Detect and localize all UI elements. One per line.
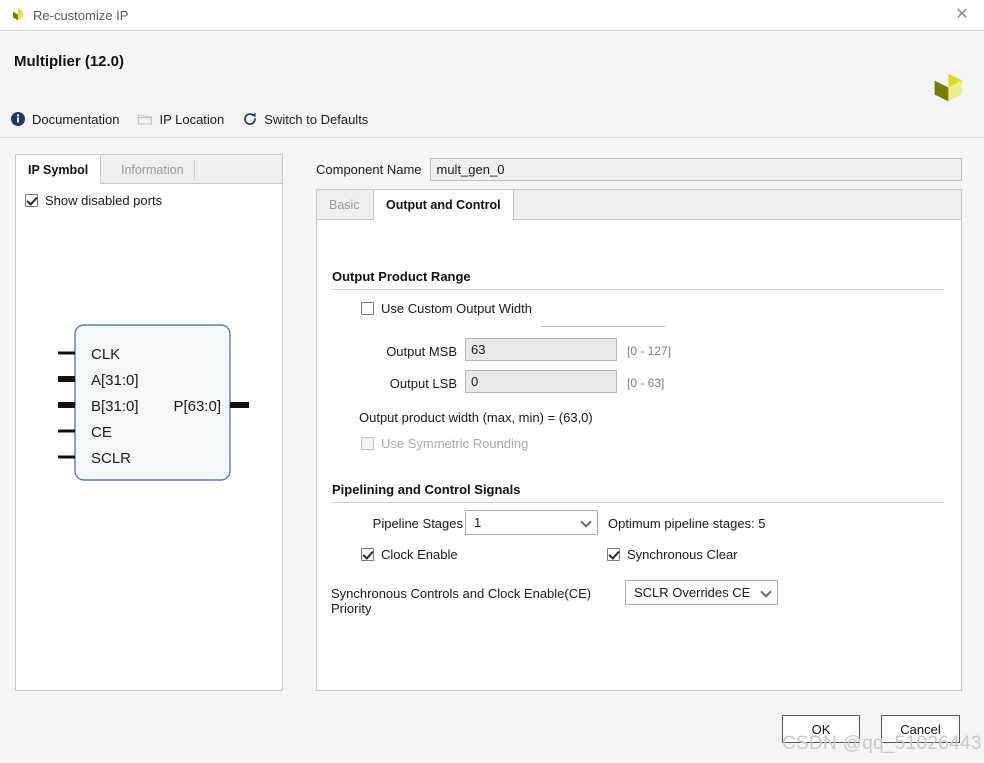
output-product-range-rule: [332, 289, 944, 290]
component-name-input[interactable]: mult_gen_0: [429, 157, 962, 181]
ce-priority-value: SCLR Overrides CE: [634, 585, 751, 600]
tab-ip-symbol-label: IP Symbol: [28, 162, 89, 177]
ip-symbol-panel: IP Symbol Information Show disabled port…: [15, 154, 283, 691]
component-name-label: Component Name: [316, 161, 422, 177]
use-symmetric-rounding-checkbox: Use Symmetric Rounding: [361, 436, 528, 451]
switch-to-defaults-button[interactable]: Switch to Defaults: [242, 108, 377, 130]
left-panel-tabs: IP Symbol Information: [16, 155, 282, 185]
port-label-b: B[31:0]: [91, 398, 139, 415]
header-toolbar: Documentation IP Location Switch to Defa…: [10, 108, 386, 130]
pipeline-stages-value: 1: [474, 515, 482, 530]
use-custom-output-width-checkbox[interactable]: Use Custom Output Width: [361, 301, 532, 316]
port-label-ce: CE: [91, 424, 112, 441]
ce-priority-label: Synchronous Controls and Clock Enable(CE…: [331, 586, 592, 616]
info-icon: [11, 112, 25, 126]
clock-enable-label: Clock Enable: [381, 547, 458, 562]
checkbox-box: [607, 548, 620, 561]
port-label-p: P[63:0]: [173, 398, 221, 415]
folder-icon: [138, 114, 153, 125]
output-msb-label: Output MSB: [386, 344, 457, 359]
output-msb-range: [0 - 127]: [627, 344, 672, 358]
show-disabled-ports-checkbox[interactable]: Show disabled ports: [25, 193, 162, 208]
output-product-width-note: Output product width (max, min) = (63,0): [359, 410, 593, 425]
xilinx-logo-small-icon: [13, 8, 23, 21]
header-band: Multiplier (12.0) Documentation IP Locat…: [0, 31, 984, 138]
synchronous-clear-checkbox[interactable]: Synchronous Clear: [607, 547, 738, 562]
port-label-clk: CLK: [91, 346, 120, 363]
title-bar: Re-customize IP ✕: [0, 0, 984, 31]
settings-body: Output Product Range Use Custom Output W…: [317, 220, 961, 690]
ok-button[interactable]: OK: [782, 715, 860, 743]
checkbox-box: [361, 437, 374, 450]
checkbox-box: [361, 302, 374, 315]
clock-enable-checkbox[interactable]: Clock Enable: [361, 547, 458, 562]
output-product-range-title: Output Product Range: [332, 269, 471, 284]
output-lsb-label: Output LSB: [389, 376, 457, 391]
ip-location-label: IP Location: [159, 111, 225, 127]
synchronous-clear-label: Synchronous Clear: [627, 547, 738, 562]
custom-width-divider: [541, 326, 666, 327]
refresh-icon: [244, 112, 257, 125]
tab-output-and-control-label: Output and Control: [386, 198, 501, 212]
use-custom-output-width-label: Use Custom Output Width: [381, 301, 532, 316]
optimum-pipeline-note: Optimum pipeline stages: 5: [608, 516, 766, 531]
pipeline-stages-label: Pipeline Stages: [372, 516, 463, 531]
tab-basic-label: Basic: [329, 198, 360, 212]
cancel-button[interactable]: Cancel: [881, 715, 960, 743]
pipelining-title: Pipelining and Control Signals: [332, 482, 521, 497]
window-title: Re-customize IP: [33, 7, 129, 23]
page-title: Multiplier (12.0): [14, 53, 125, 70]
symbol-svg: CLK A[31:0] B[31:0] CE SCLR P[63:0]: [58, 324, 249, 481]
ce-priority-select[interactable]: SCLR Overrides CE: [625, 580, 778, 605]
use-symmetric-rounding-label: Use Symmetric Rounding: [381, 436, 529, 451]
port-label-sclr: SCLR: [91, 450, 131, 467]
chevron-down-icon: [582, 518, 591, 527]
output-lsb-range: [0 - 63]: [627, 376, 665, 390]
ip-symbol-diagram: CLK A[31:0] B[31:0] CE SCLR P[63:0]: [16, 215, 282, 690]
tab-output-and-control[interactable]: Output and Control: [373, 190, 514, 221]
tab-separator: [194, 160, 195, 179]
tab-information-label: Information: [121, 162, 184, 177]
component-name-row: Component Name mult_gen_0: [316, 157, 962, 181]
switch-to-defaults-label: Switch to Defaults: [264, 111, 369, 127]
pipeline-stages-select[interactable]: 1: [465, 510, 598, 535]
xilinx-logo: [934, 73, 963, 102]
output-lsb-input[interactable]: 0: [465, 370, 617, 393]
chevron-down-icon: [762, 588, 771, 597]
tab-ip-symbol[interactable]: IP Symbol: [16, 155, 102, 185]
close-icon[interactable]: ✕: [940, 0, 984, 30]
documentation-label: Documentation: [32, 111, 120, 127]
checkbox-box: [25, 194, 38, 207]
documentation-button[interactable]: Documentation: [10, 108, 128, 130]
port-label-a: A[31:0]: [91, 372, 139, 389]
settings-panel: Basic Output and Control Output Product …: [316, 189, 962, 691]
checkbox-box: [361, 548, 374, 561]
output-msb-input[interactable]: 63: [465, 338, 617, 361]
show-disabled-ports-label: Show disabled ports: [45, 193, 163, 208]
tab-information[interactable]: Information: [109, 155, 196, 184]
re-customize-ip-dialog: Re-customize IP ✕ Multiplier (12.0) Docu…: [0, 0, 984, 763]
tab-basic[interactable]: Basic: [317, 190, 372, 220]
ip-location-button[interactable]: IP Location: [137, 108, 233, 130]
pipelining-rule: [332, 502, 944, 503]
settings-tabs: Basic Output and Control: [317, 190, 961, 221]
